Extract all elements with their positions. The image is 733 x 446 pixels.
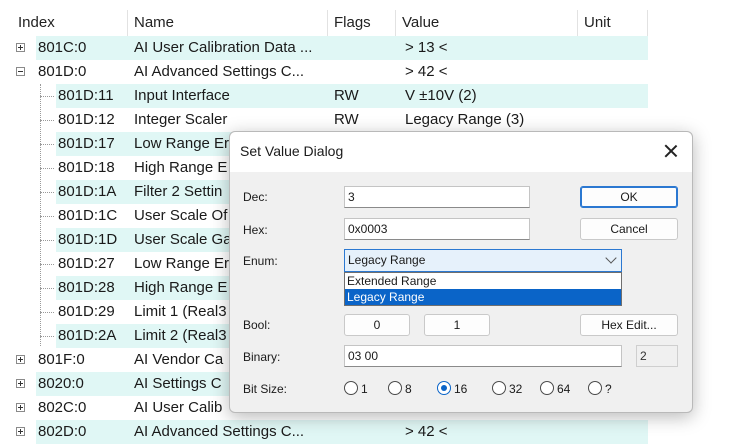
bitsize-radio-label: ? [605, 382, 612, 396]
close-icon[interactable] [662, 142, 680, 160]
expand-icon[interactable] [16, 43, 25, 52]
bool-label: Bool: [243, 318, 271, 332]
row-index: 801D:1C [58, 207, 118, 224]
bitsize-label: Bit Size: [243, 382, 288, 396]
row-name: Input Interface [134, 87, 230, 104]
tree-branch-line [40, 216, 54, 217]
row-name: AI Advanced Settings C... [134, 63, 305, 80]
row-index: 801D:2A [58, 327, 117, 344]
bitsize-radio-label: 32 [509, 382, 523, 396]
row-index: 801D:12 [58, 111, 115, 128]
tree-guide-line [40, 84, 41, 346]
bool-true-button[interactable]: 1 [424, 314, 490, 336]
set-value-dialog: Set Value Dialog Dec: 3 Hex: 0x0003 Enum… [229, 131, 693, 413]
dec-input[interactable]: 3 [344, 186, 530, 208]
row-index: 801D:29 [58, 303, 115, 320]
hex-label: Hex: [243, 223, 268, 237]
row-index: 801F:0 [38, 351, 85, 368]
binary-input[interactable]: 03 00 [344, 345, 622, 367]
cancel-button[interactable]: Cancel [580, 218, 678, 240]
column-header-unit[interactable]: Unit [578, 10, 648, 36]
row-flags [334, 36, 394, 60]
row-index: 801D:1D [58, 231, 118, 248]
tree-branch-line [40, 192, 54, 193]
bool-false-button[interactable]: 0 [344, 314, 410, 336]
tree-branch-line [40, 312, 54, 313]
row-index: 801D:0 [38, 63, 87, 80]
row-value: > 13 < [405, 39, 448, 56]
binary-label: Binary: [243, 350, 281, 364]
bitsize-radio-label: 8 [405, 382, 412, 396]
enum-option-legacy-range[interactable]: Legacy Range [345, 289, 621, 305]
dec-label: Dec: [243, 190, 268, 204]
row-index: 801D:27 [58, 255, 115, 272]
bitsize-radio-1[interactable] [344, 381, 358, 395]
expand-icon[interactable] [16, 427, 25, 436]
tree-branch-line [40, 96, 54, 97]
row-name: AI User Calibration Data ... [134, 39, 313, 56]
tree-branch-line [40, 264, 54, 265]
table-row[interactable]: 801D:12 Integer Scaler RW Legacy Range (3) [0, 108, 733, 132]
tree-branch-line [40, 288, 54, 289]
table-row[interactable]: 802D:0 AI Advanced Settings C... > 42 < [0, 420, 733, 444]
row-flags [334, 60, 394, 84]
column-header-value[interactable]: Value [396, 10, 578, 36]
enum-selected-value: Legacy Range [348, 253, 426, 267]
bitsize-radio-label: 64 [557, 382, 571, 396]
dialog-title: Set Value Dialog [240, 143, 344, 159]
expand-icon[interactable] [16, 403, 25, 412]
table-row[interactable]: 801C:0 AI User Calibration Data ... > 13 < [0, 36, 733, 60]
bitsize-radio-32[interactable] [492, 381, 506, 395]
binary-length-field: 2 [636, 345, 678, 367]
chevron-down-icon[interactable] [605, 252, 617, 264]
column-header-name[interactable]: Name [128, 10, 328, 36]
enum-option-extended-range[interactable]: Extended Range [345, 273, 621, 289]
enum-dropdown-list: Extended Range Legacy Range [344, 272, 622, 306]
enum-label: Enum: [243, 254, 278, 268]
bitsize-radio-8[interactable] [388, 381, 402, 395]
row-index: 802D:0 [38, 423, 87, 440]
table-row[interactable]: 801D:11 Input Interface RW V ±10V (2) [0, 84, 733, 108]
row-index: 801D:28 [58, 279, 115, 296]
row-value: > 42 < [405, 423, 448, 440]
row-index: 802C:0 [38, 399, 87, 416]
row-index: 801D:17 [58, 135, 115, 152]
row-flags [334, 420, 394, 444]
row-index: 801D:11 [58, 87, 114, 104]
tree-branch-line [40, 168, 54, 169]
hex-edit-button[interactable]: Hex Edit... [580, 314, 678, 336]
expand-icon[interactable] [16, 379, 25, 388]
ok-button[interactable]: OK [580, 186, 678, 208]
table-header: Index Name Flags Value Unit [0, 10, 733, 36]
tree-branch-line [40, 144, 54, 145]
bitsize-radio-label: 1 [361, 382, 368, 396]
enum-combobox[interactable]: Legacy Range [344, 249, 622, 272]
row-name: AI Advanced Settings C... [134, 423, 305, 440]
tree-branch-line [40, 120, 54, 121]
dialog-title-bar[interactable]: Set Value Dialog [230, 132, 692, 172]
bitsize-radio-label: 16 [454, 382, 468, 396]
row-index: 8020:0 [38, 375, 84, 392]
hex-input[interactable]: 0x0003 [344, 218, 530, 240]
row-value: Legacy Range (3) [405, 111, 525, 128]
tree-branch-line [40, 336, 54, 337]
table-row[interactable]: 801D:0 AI Advanced Settings C... > 42 < [0, 60, 733, 84]
tree-branch-line [40, 240, 54, 241]
row-index: 801D:18 [58, 159, 115, 176]
collapse-icon[interactable] [16, 67, 25, 76]
row-index: 801D:1A [58, 183, 117, 200]
row-value: V ±10V (2) [405, 87, 477, 104]
row-index: 801C:0 [38, 39, 87, 56]
expand-icon[interactable] [16, 355, 25, 364]
column-header-index[interactable]: Index [0, 10, 128, 36]
row-name: Integer Scaler [134, 111, 228, 128]
bitsize-radio-unknown[interactable] [588, 381, 602, 395]
column-header-flags[interactable]: Flags [328, 10, 396, 36]
row-flags: RW [334, 111, 359, 128]
row-value: > 42 < [405, 63, 448, 80]
bitsize-radio-16[interactable] [437, 381, 451, 395]
bitsize-radio-64[interactable] [540, 381, 554, 395]
row-flags: RW [334, 87, 359, 104]
